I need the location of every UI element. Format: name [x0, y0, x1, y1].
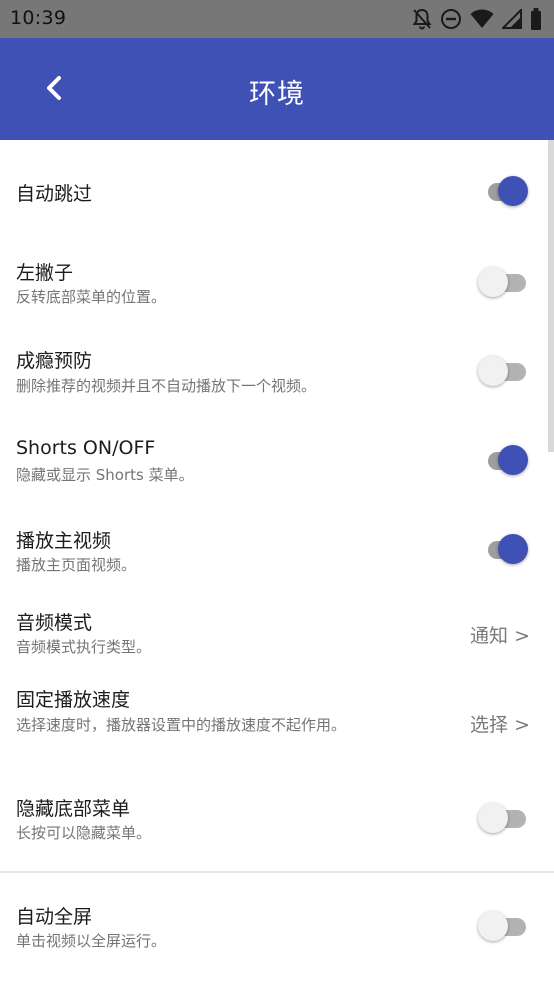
left-handed-toggle[interactable] [478, 263, 532, 303]
setting-addiction-prevention[interactable]: 成瘾预防 删除推荐的视频并且不自动播放下一个视频。 [0, 328, 554, 418]
setting-title: 隐藏底部菜单 [16, 798, 131, 820]
playback-speed-value[interactable]: 选择 > [470, 710, 530, 737]
toggle-thumb [478, 803, 508, 833]
setting-subtitle: 单击视频以全屏运行。 [16, 932, 167, 950]
do-not-disturb-icon [440, 8, 462, 30]
setting-title: 音频模式 [16, 612, 93, 634]
setting-subtitle: 反转底部菜单的位置。 [16, 288, 167, 306]
auto-skip-toggle[interactable] [480, 172, 532, 212]
toggle-thumb [478, 267, 508, 297]
setting-title: Shorts ON/OFF [16, 437, 156, 459]
setting-title: 左撇子 [16, 262, 74, 284]
setting-subtitle: 播放主页面视频。 [16, 556, 137, 574]
section-divider [0, 871, 554, 873]
battery-icon [530, 8, 542, 30]
setting-auto-fullscreen[interactable]: 自动全屏 单击视频以全屏运行。 [0, 880, 554, 980]
setting-title: 播放主视频 [16, 530, 112, 552]
setting-title: 自动全屏 [16, 906, 93, 928]
hide-bottom-menu-toggle[interactable] [478, 799, 532, 839]
status-time: 10:39 [10, 7, 67, 29]
setting-play-main-video[interactable]: 播放主视频 播放主页面视频。 [0, 506, 554, 596]
signal-icon [502, 9, 522, 29]
audio-mode-value[interactable]: 通知 > [470, 621, 530, 648]
scrollbar[interactable] [548, 140, 554, 452]
setting-shorts[interactable]: Shorts ON/OFF 隐藏或显示 Shorts 菜单。 [0, 418, 554, 506]
screen: 10:39 环境 自动跳过 左撇子 反转底部菜单的位置。 成瘾预防 删除推荐的视… [0, 0, 554, 985]
setting-title: 成瘾预防 [16, 350, 93, 372]
status-bar: 10:39 [0, 0, 554, 38]
setting-subtitle: 隐藏或显示 Shorts 菜单。 [16, 466, 194, 484]
app-bar: 环境 [0, 38, 554, 140]
setting-subtitle: 删除推荐的视频并且不自动播放下一个视频。 [16, 377, 317, 395]
toggle-thumb [478, 911, 508, 941]
setting-subtitle: 音频模式执行类型。 [16, 638, 152, 656]
toggle-thumb [498, 176, 528, 206]
shorts-toggle[interactable] [480, 441, 532, 481]
toggle-thumb [498, 445, 528, 475]
setting-subtitle: 长按可以隐藏菜单。 [16, 824, 152, 842]
setting-audio-mode[interactable]: 音频模式 音频模式执行类型。 通知 > [0, 596, 554, 674]
setting-title: 自动跳过 [16, 183, 93, 205]
play-main-video-toggle[interactable] [480, 530, 532, 570]
setting-auto-skip[interactable]: 自动跳过 [0, 140, 554, 240]
auto-fullscreen-toggle[interactable] [478, 907, 532, 947]
setting-subtitle: 选择速度时，播放器设置中的播放速度不起作用。 [16, 716, 347, 734]
page-title: 环境 [249, 79, 305, 110]
addiction-prevention-toggle[interactable] [478, 352, 532, 392]
status-icons [412, 7, 542, 31]
setting-hide-bottom-menu[interactable]: 隐藏底部菜单 长按可以隐藏菜单。 [0, 790, 554, 870]
setting-title: 固定播放速度 [16, 689, 131, 711]
toggle-thumb [498, 534, 528, 564]
wifi-icon [470, 9, 494, 29]
setting-left-handed[interactable]: 左撇子 反转底部菜单的位置。 [0, 240, 554, 328]
setting-fixed-playback-speed[interactable]: 固定播放速度 选择速度时，播放器设置中的播放速度不起作用。 选择 > [0, 674, 554, 790]
toggle-thumb [478, 356, 508, 386]
notifications-off-icon [412, 8, 432, 30]
